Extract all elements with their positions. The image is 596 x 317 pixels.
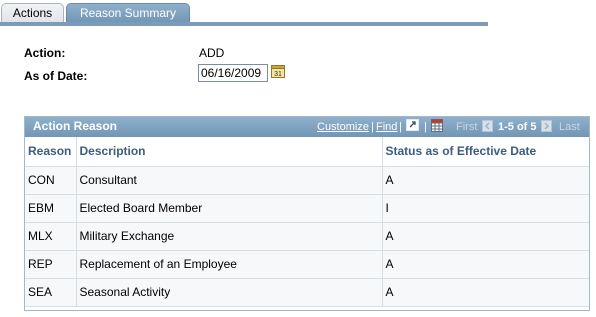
description-cell: Replacement of an Employee <box>76 250 383 279</box>
tab-underline <box>0 22 488 26</box>
reason-cell: CON <box>25 166 77 195</box>
tab-reason-summary[interactable]: Reason Summary <box>66 3 190 24</box>
status-cell: A <box>382 250 589 279</box>
first-label: First <box>456 121 478 133</box>
table-row: REP Replacement of an Employee A <box>25 250 589 279</box>
description-cell: Military Exchange <box>76 222 383 251</box>
grid-title: Action Reason <box>33 119 118 133</box>
nav-separator: | <box>399 121 402 133</box>
reason-cell: MLX <box>25 222 77 251</box>
table-row: MLX Military Exchange A <box>25 222 589 251</box>
grid-download-icon[interactable] <box>431 119 443 135</box>
find-link[interactable]: Find <box>376 121 397 133</box>
description-cell: Consultant <box>76 166 383 195</box>
as-of-date-label: As of Date: <box>24 69 88 83</box>
tab-bar: Actions Reason Summary <box>0 0 596 26</box>
description-cell: Seasonal Activity <box>76 278 383 307</box>
customize-link[interactable]: Customize <box>317 121 369 133</box>
action-label: Action: <box>24 46 66 60</box>
svg-text:31: 31 <box>274 71 282 78</box>
status-cell: I <box>382 194 589 223</box>
status-cell: A <box>382 278 589 307</box>
description-cell: Elected Board Member <box>76 194 383 223</box>
tab-actions[interactable]: Actions <box>1 3 64 24</box>
reason-table: Reason Description Status as of Effectiv… <box>25 137 589 307</box>
nav-separator: | <box>424 121 427 133</box>
table-row: EBM Elected Board Member I <box>25 194 589 223</box>
first-arrow-icon <box>482 120 493 135</box>
table-header-row: Reason Description Status as of Effectiv… <box>25 137 589 167</box>
column-header-description: Description <box>76 137 383 167</box>
grid-header: Action Reason Customize | Find | | First <box>25 117 589 137</box>
calendar-icon[interactable]: 31 <box>271 64 285 78</box>
last-arrow-icon <box>541 120 552 135</box>
nav-separator: | <box>371 121 374 133</box>
reason-cell: REP <box>25 250 77 279</box>
reason-cell: SEA <box>25 278 77 307</box>
reason-cell: EBM <box>25 194 77 223</box>
status-cell: A <box>382 222 589 251</box>
view-all-icon[interactable] <box>406 119 419 134</box>
column-header-reason: Reason <box>25 137 77 167</box>
action-value: ADD <box>199 46 225 60</box>
table-row: CON Consultant A <box>25 166 589 195</box>
action-reason-grid: Action Reason Customize | Find | | First <box>24 116 590 311</box>
last-label: Last <box>559 121 580 133</box>
status-cell: A <box>382 166 589 195</box>
row-range: 1-5 of 5 <box>498 121 537 133</box>
column-header-status: Status as of Effective Date <box>382 137 589 167</box>
as-of-date-field[interactable] <box>198 64 268 82</box>
table-row: SEA Seasonal Activity A <box>25 278 589 307</box>
